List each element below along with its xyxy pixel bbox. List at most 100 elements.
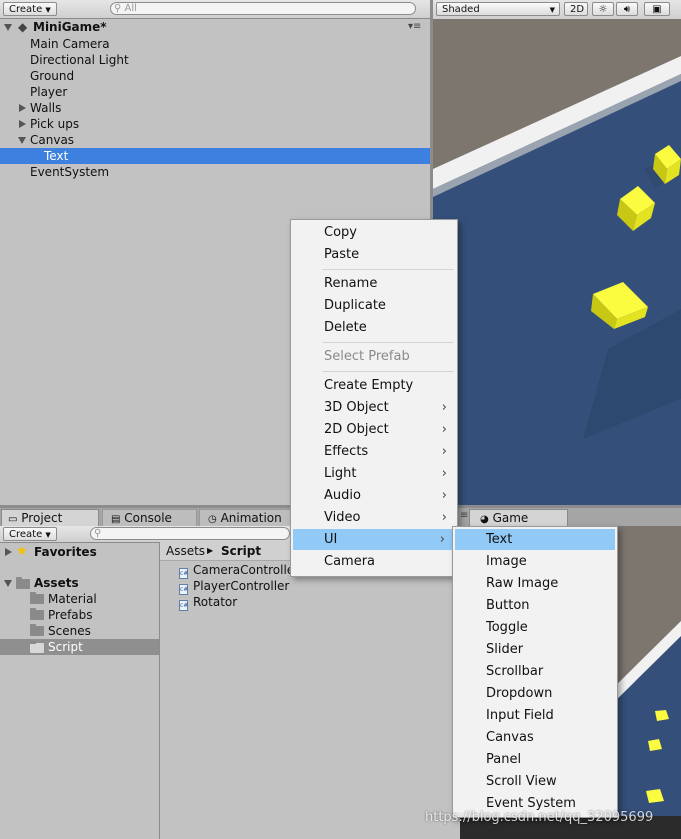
ui-submenu: Text Image Raw Image Button Toggle Slide… — [452, 526, 618, 818]
folder-tree: ★ Favorites Assets Material Prefabs Scen… — [0, 542, 159, 839]
folder-item-prefabs[interactable]: Prefabs — [30, 607, 93, 623]
folder-item-script-selected[interactable]: Script — [0, 639, 159, 655]
menu-label: 2D Object — [324, 422, 389, 437]
submenu-item-panel[interactable]: Panel — [453, 749, 617, 770]
submenu-item-text-highlighted[interactable]: Text — [455, 529, 615, 550]
project-search-input[interactable]: ⚲ — [90, 527, 290, 540]
menu-item-paste[interactable]: Paste — [291, 244, 457, 265]
menu-label: Slider — [486, 642, 524, 657]
menu-label: Scrollbar — [486, 664, 544, 679]
menu-item-ui-highlighted[interactable]: UI › — [293, 529, 455, 550]
submenu-item-toggle[interactable]: Toggle — [453, 617, 617, 638]
scene-options-icon[interactable]: ▾≡ — [408, 19, 421, 35]
menu-item-camera[interactable]: Camera — [291, 551, 457, 572]
submenu-chevron-icon: › — [441, 400, 447, 415]
menu-item-rename[interactable]: Rename — [291, 273, 457, 294]
file-item-camera-controller[interactable]: c# CameraControlle — [179, 562, 294, 579]
breadcrumb-separator-icon: ▶ — [207, 546, 214, 555]
submenu-chevron-icon: › — [441, 466, 447, 481]
hierarchy-item-pick-ups[interactable]: Pick ups — [0, 116, 430, 132]
panel-menu-icon[interactable]: ≡ — [460, 510, 468, 521]
breadcrumb-assets[interactable]: Assets — [166, 542, 205, 560]
submenu-item-button[interactable]: Button — [453, 595, 617, 616]
submenu-item-scroll-view[interactable]: Scroll View — [453, 771, 617, 792]
menu-label: Create Empty — [324, 378, 414, 393]
tab-project[interactable]: ▭ Project — [1, 509, 99, 526]
expand-arrow-icon[interactable] — [4, 24, 12, 31]
menu-label: Toggle — [486, 620, 528, 635]
tab-console[interactable]: ▤ Console — [102, 509, 197, 526]
hierarchy-item-walls[interactable]: Walls — [0, 100, 430, 116]
submenu-item-raw-image[interactable]: Raw Image — [453, 573, 617, 594]
hierarchy-search-input[interactable]: ⚲ All — [110, 2, 416, 15]
scene-name: MiniGame* — [33, 20, 107, 34]
hierarchy-item-canvas[interactable]: Canvas — [0, 132, 430, 148]
2d-toggle-button[interactable]: 2D — [564, 2, 588, 16]
menu-item-effects[interactable]: Effects › — [291, 441, 457, 462]
lighting-toggle-button[interactable]: ☼ — [592, 2, 614, 16]
menu-item-create-empty[interactable]: Create Empty — [291, 375, 457, 396]
menu-label: Event System — [486, 796, 576, 811]
hierarchy-item-ground[interactable]: Ground — [30, 68, 74, 84]
folder-item-scenes[interactable]: Scenes — [30, 623, 91, 639]
audio-toggle-button[interactable]: 🔊︎ — [616, 2, 638, 16]
hierarchy-item-main-camera[interactable]: Main Camera — [30, 36, 110, 52]
menu-label: Paste — [324, 247, 360, 262]
menu-item-duplicate[interactable]: Duplicate — [291, 295, 457, 316]
menu-label: Copy — [324, 225, 357, 240]
submenu-item-input-field[interactable]: Input Field — [453, 705, 617, 726]
menu-label: Image — [486, 554, 527, 569]
hierarchy-item-player[interactable]: Player — [30, 84, 67, 100]
unity-logo-icon: ◆ — [18, 20, 28, 34]
menu-item-copy[interactable]: Copy — [291, 222, 457, 243]
menu-item-video[interactable]: Video › — [291, 507, 457, 528]
tab-game[interactable]: ◕ Game — [469, 509, 568, 526]
collapse-arrow-icon[interactable] — [4, 580, 12, 587]
item-label: Main Camera — [30, 37, 110, 51]
expand-arrow-icon[interactable] — [5, 548, 12, 556]
project-create-button[interactable]: Create ▼ — [3, 527, 57, 541]
submenu-item-image[interactable]: Image — [453, 551, 617, 572]
hierarchy-toolbar: Create ▼ ⚲ All — [0, 0, 430, 19]
expand-arrow-icon[interactable] — [19, 120, 26, 128]
folder-icon — [30, 608, 44, 620]
file-item-player-controller[interactable]: c# PlayerController — [179, 578, 290, 595]
sun-icon: ☼ — [598, 4, 608, 15]
csharp-script-icon: c# — [179, 600, 189, 611]
hierarchy-item-text-selected[interactable]: Text — [0, 148, 430, 164]
collapse-arrow-icon[interactable] — [18, 137, 26, 144]
menu-item-3d-object[interactable]: 3D Object › — [291, 397, 457, 418]
menu-item-audio[interactable]: Audio › — [291, 485, 457, 506]
submenu-item-slider[interactable]: Slider — [453, 639, 617, 660]
star-icon: ★ — [16, 544, 28, 559]
folder-item-material[interactable]: Material — [30, 591, 97, 607]
expand-arrow-icon[interactable] — [19, 104, 26, 112]
submenu-item-scrollbar[interactable]: Scrollbar — [453, 661, 617, 682]
menu-separator — [322, 371, 454, 372]
hierarchy-item-eventsystem[interactable]: EventSystem — [30, 164, 109, 180]
effects-toggle-button[interactable]: ▣ — [644, 2, 670, 16]
scene-root-row[interactable]: ◆ MiniGame* ▾≡ — [0, 19, 430, 35]
shading-mode-dropdown[interactable]: Shaded ▼ — [436, 2, 560, 16]
hierarchy-create-button[interactable]: Create ▼ — [3, 2, 57, 16]
menu-separator — [322, 342, 454, 343]
menu-item-2d-object[interactable]: 2D Object › — [291, 419, 457, 440]
menu-item-delete[interactable]: Delete — [291, 317, 457, 338]
hierarchy-item-directional-light[interactable]: Directional Light — [30, 52, 129, 68]
file-label: PlayerController — [193, 579, 290, 593]
folder-icon — [30, 592, 44, 604]
file-item-rotator[interactable]: c# Rotator — [179, 594, 237, 611]
submenu-item-dropdown[interactable]: Dropdown — [453, 683, 617, 704]
submenu-item-canvas[interactable]: Canvas — [453, 727, 617, 748]
menu-separator — [322, 269, 454, 270]
scene-viewport[interactable] — [433, 19, 681, 505]
folder-label: Material — [48, 592, 97, 606]
favorites-row[interactable]: ★ Favorites — [0, 544, 159, 560]
create-label: Create — [9, 529, 43, 540]
menu-label: Raw Image — [486, 576, 559, 591]
breadcrumb-script[interactable]: Script — [221, 542, 261, 560]
menu-item-light[interactable]: Light › — [291, 463, 457, 484]
tab-animation[interactable]: ◷ Animation — [199, 509, 291, 526]
assets-row[interactable]: Assets — [0, 575, 159, 591]
menu-label: Video — [324, 510, 361, 525]
